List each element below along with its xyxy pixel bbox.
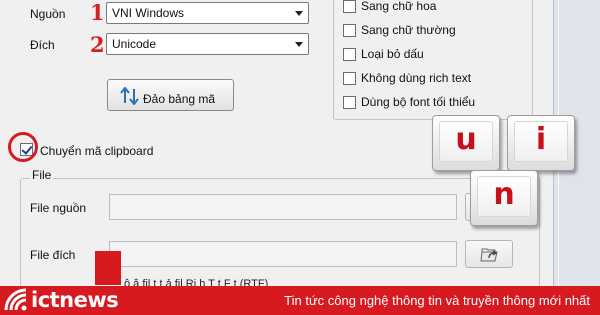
file-group-title: File [30, 168, 54, 182]
keycap-u-letter: u [455, 122, 477, 157]
file-source-input[interactable] [109, 194, 457, 220]
keycap-i-letter: i [535, 122, 547, 157]
file-dest-label: File đích [30, 248, 76, 262]
step-number-2: 2 [90, 32, 105, 57]
dest-charset-select[interactable]: Unicode [106, 33, 309, 55]
source-label: Nguồn [30, 7, 66, 21]
converter-dialog: Nguồn 1 VNI Windows Đích 2 Unicode Đảo b… [0, 0, 600, 288]
keycap-i: i [507, 115, 575, 171]
brand-name: ictnews [31, 288, 119, 312]
chevron-down-icon [295, 11, 303, 16]
remove-diacritics-label: Loại bỏ dấu [361, 47, 424, 61]
red-marker [95, 251, 121, 285]
chevron-down-icon [295, 42, 303, 47]
dest-label: Đích [30, 38, 55, 52]
swap-charset-label: Đảo bảng mã [143, 92, 216, 106]
minimal-font-label: Dùng bộ font tối thiểu [361, 95, 476, 109]
uppercase-checkbox[interactable] [343, 0, 356, 13]
lowercase-label: Sang chữ thường [361, 23, 456, 37]
source-charset-select[interactable]: VNI Windows [106, 2, 309, 24]
rtf-option-text: ỗ ằ fil t t ả fil Ri h T t F t (RTF) [124, 278, 269, 286]
folder-open-icon [480, 248, 498, 262]
signal-logo-icon [4, 288, 27, 311]
file-source-label: File nguồn [30, 201, 87, 215]
keycap-n: n [470, 170, 538, 226]
no-rich-text-label: Không dùng rich text [361, 71, 472, 85]
site-tagline: Tin tức công nghệ thông tin và truyền th… [284, 293, 590, 308]
swap-arrows-icon [120, 87, 139, 105]
dest-charset-value: Unicode [112, 37, 157, 51]
clipboard-label: Chuyển mã clipboard [40, 144, 154, 158]
footer-banner: ictnews Tin tức công nghệ thông tin và t… [0, 286, 600, 315]
no-rich-text-checkbox[interactable] [343, 72, 356, 85]
step-number-1: 1 [90, 0, 105, 25]
uppercase-label: Sang chữ hoa [361, 0, 437, 13]
remove-diacritics-checkbox[interactable] [343, 48, 356, 61]
swap-charset-button[interactable]: Đảo bảng mã [107, 79, 234, 111]
lowercase-checkbox[interactable] [343, 24, 356, 37]
site-logo[interactable]: ictnews [4, 288, 119, 312]
keycap-n-letter: n [493, 177, 515, 212]
highlight-circle [8, 132, 38, 162]
minimal-font-checkbox[interactable] [343, 96, 356, 109]
file-dest-input[interactable] [109, 241, 457, 267]
browse-dest-button[interactable] [465, 240, 513, 268]
keycap-u: u [432, 115, 500, 171]
source-charset-value: VNI Windows [112, 6, 185, 20]
